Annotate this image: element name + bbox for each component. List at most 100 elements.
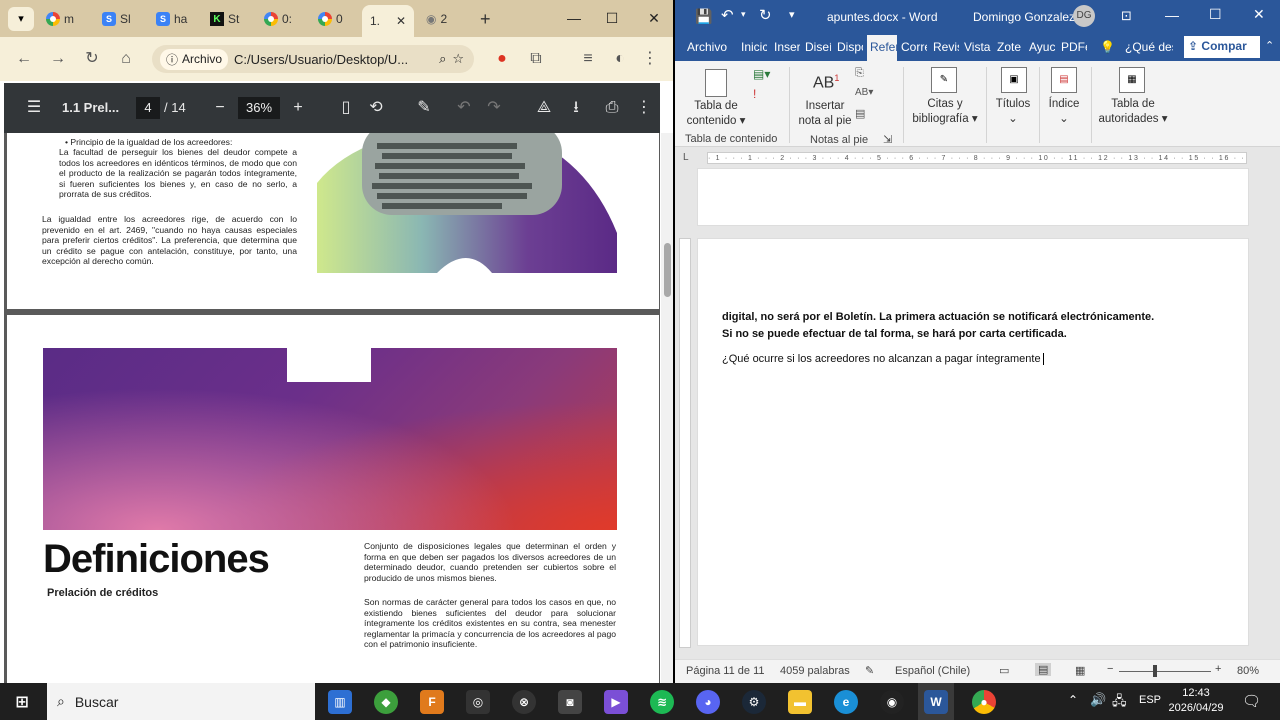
table-of-authorities-button[interactable]: Tabla de autoridades ▾: [1095, 97, 1171, 127]
tab-pdfelement[interactable]: PDFe: [1061, 40, 1087, 54]
undo-icon[interactable]: ↶: [721, 6, 734, 24]
steam-icon[interactable]: ⚙: [742, 690, 766, 714]
discord-icon[interactable]: ◕: [696, 690, 720, 714]
download-icon[interactable]: ⭳: [566, 83, 586, 133]
zoom-icon[interactable]: ⌕: [439, 51, 446, 67]
menu-icon[interactable]: ☰: [22, 83, 46, 133]
zoom-slider[interactable]: [1119, 671, 1211, 672]
read-mode-icon[interactable]: ▭: [999, 664, 1009, 677]
citations-button[interactable]: Citas y bibliografía ▾: [907, 97, 983, 127]
kebab-menu-icon[interactable]: ⋮: [636, 45, 664, 73]
avatar[interactable]: ◐: [606, 45, 634, 73]
zoom-out-icon[interactable]: −: [210, 83, 230, 133]
print-layout-icon[interactable]: ▤: [1035, 663, 1052, 676]
browser-tab-active[interactable]: 1. ✕: [362, 5, 414, 37]
fit-page-icon[interactable]: ▯: [336, 83, 356, 133]
insert-footnote-button[interactable]: Insertar nota al pie: [793, 99, 857, 129]
toc-button[interactable]: Tabla de contenido ▾: [685, 99, 747, 129]
endnote-icon[interactable]: ⎘: [855, 67, 864, 80]
add-text-icon[interactable]: ▤▾: [753, 67, 770, 81]
customize-qat-icon[interactable]: ▾: [789, 8, 795, 21]
minimize-button[interactable]: —: [556, 0, 592, 36]
scrollbar-thumb[interactable]: [664, 243, 671, 297]
windows-start-icon[interactable]: ⊞: [10, 690, 34, 714]
rotate-icon[interactable]: ⟲: [366, 83, 386, 133]
task-view-icon[interactable]: ▥: [328, 690, 352, 714]
share-button[interactable]: ⇪ Compar: [1184, 36, 1260, 58]
index-button[interactable]: Índice ⌄: [1043, 97, 1085, 127]
davinci-icon[interactable]: ◎: [466, 690, 490, 714]
new-tab-button[interactable]: +: [474, 6, 491, 32]
annotate-icon[interactable]: ✎: [414, 83, 434, 133]
tab-ayuda[interactable]: Ayuc: [1029, 40, 1055, 54]
zoom-input[interactable]: 36%: [238, 97, 280, 119]
tab-selector-icon[interactable]: L: [683, 152, 689, 163]
more-icon[interactable]: ⋮: [636, 83, 652, 133]
chevron-up-icon[interactable]: ⌃: [1265, 39, 1274, 52]
media-player-icon[interactable]: ▶: [604, 690, 628, 714]
tab-vista[interactable]: Vista: [964, 40, 992, 54]
zoom-in-icon[interactable]: +: [288, 83, 308, 133]
captions-button[interactable]: Títulos ⌄: [991, 97, 1035, 127]
tab-correspondencia[interactable]: Corre: [901, 40, 927, 54]
taskbar-search[interactable]: ⌕ Buscar: [47, 683, 315, 720]
update-table-icon[interactable]: !: [753, 87, 756, 101]
language-indicator[interactable]: Español (Chile): [895, 665, 970, 677]
avatar[interactable]: DG: [1073, 5, 1095, 27]
tab-revisar[interactable]: Revis: [933, 40, 959, 54]
tab-inicio[interactable]: Inicic: [741, 40, 767, 54]
tab-disposicion[interactable]: Dispo: [837, 40, 863, 54]
app-icon[interactable]: ◆: [374, 690, 398, 714]
obs-icon[interactable]: ◉: [880, 690, 904, 714]
chrome-icon[interactable]: ●: [972, 690, 996, 714]
tell-me-search[interactable]: ¿Qué des: [1125, 40, 1173, 54]
document-paragraph[interactable]: digital, no será por el Boletín. La prim…: [722, 309, 1162, 343]
language-indicator[interactable]: ESP: [1139, 694, 1161, 706]
network-icon[interactable]: 🖧: [1112, 692, 1127, 714]
dialog-launcher-icon[interactable]: ⇲: [883, 134, 892, 146]
back-arrow-icon[interactable]: ←: [10, 45, 38, 73]
print-icon[interactable]: ⎙: [602, 83, 622, 133]
zoom-in-icon[interactable]: +: [1215, 663, 1221, 675]
tab-archivo[interactable]: Archivo: [687, 40, 727, 54]
browser-tab[interactable]: Sha: [150, 6, 187, 32]
chevron-up-icon[interactable]: ⌃: [1068, 693, 1078, 707]
page-number-input[interactable]: 4: [136, 97, 160, 119]
fl-studio-icon[interactable]: F: [420, 690, 444, 714]
tab-insertar[interactable]: Inser: [774, 40, 800, 54]
lightbulb-icon[interactable]: 💡: [1100, 40, 1115, 54]
word-icon[interactable]: W: [924, 690, 948, 714]
redo-icon[interactable]: ↷: [484, 83, 504, 133]
close-icon[interactable]: ✕: [396, 14, 406, 28]
extension-icon[interactable]: ●: [488, 45, 516, 73]
undo-icon[interactable]: ↶: [454, 83, 474, 133]
next-footnote-icon[interactable]: AB▾: [855, 87, 873, 98]
browser-tab[interactable]: m: [40, 6, 74, 32]
app-icon[interactable]: ◙: [558, 690, 582, 714]
puzzle-icon[interactable]: ⧉: [522, 45, 550, 73]
web-layout-icon[interactable]: ▦: [1075, 664, 1085, 677]
user-name[interactable]: Domingo Gonzalez: [973, 10, 1075, 24]
pdf-viewport[interactable]: • Principio de la igualdad de los acreed…: [4, 133, 660, 683]
word-count[interactable]: 4059 palabras: [780, 665, 850, 677]
xbox-icon[interactable]: ⊗: [512, 690, 536, 714]
tab-diseno[interactable]: Diseí: [805, 40, 831, 54]
save-icon[interactable]: 💾: [695, 8, 712, 25]
site-info-chip[interactable]: ⓘ Archivo: [160, 48, 229, 70]
maximize-button[interactable]: ☐: [594, 0, 630, 36]
ribbon-display-icon[interactable]: ⊡: [1121, 8, 1132, 24]
zoom-out-icon[interactable]: −: [1107, 663, 1113, 675]
document-page[interactable]: digital, no será por el Boletín. La prim…: [697, 238, 1249, 646]
close-window-button[interactable]: ✕: [1253, 6, 1265, 23]
save-drive-icon[interactable]: ⟁: [534, 83, 554, 133]
edge-icon[interactable]: e: [834, 690, 858, 714]
zoom-level[interactable]: 80%: [1237, 665, 1259, 677]
clock[interactable]: 12:43 2026/04/29: [1166, 686, 1226, 716]
star-icon[interactable]: ☆: [452, 51, 464, 67]
horizontal-ruler[interactable]: L · 1 · · · 1 · · · 2 · · · 3 · · · 4 · …: [675, 148, 1280, 168]
volume-icon[interactable]: 🔊: [1090, 692, 1106, 708]
browser-tab[interactable]: ◉ 2: [420, 6, 447, 32]
chevron-down-icon[interactable]: ▾: [741, 9, 746, 20]
notification-icon[interactable]: 🗨: [1242, 692, 1261, 710]
minimize-button[interactable]: —: [1165, 7, 1179, 23]
